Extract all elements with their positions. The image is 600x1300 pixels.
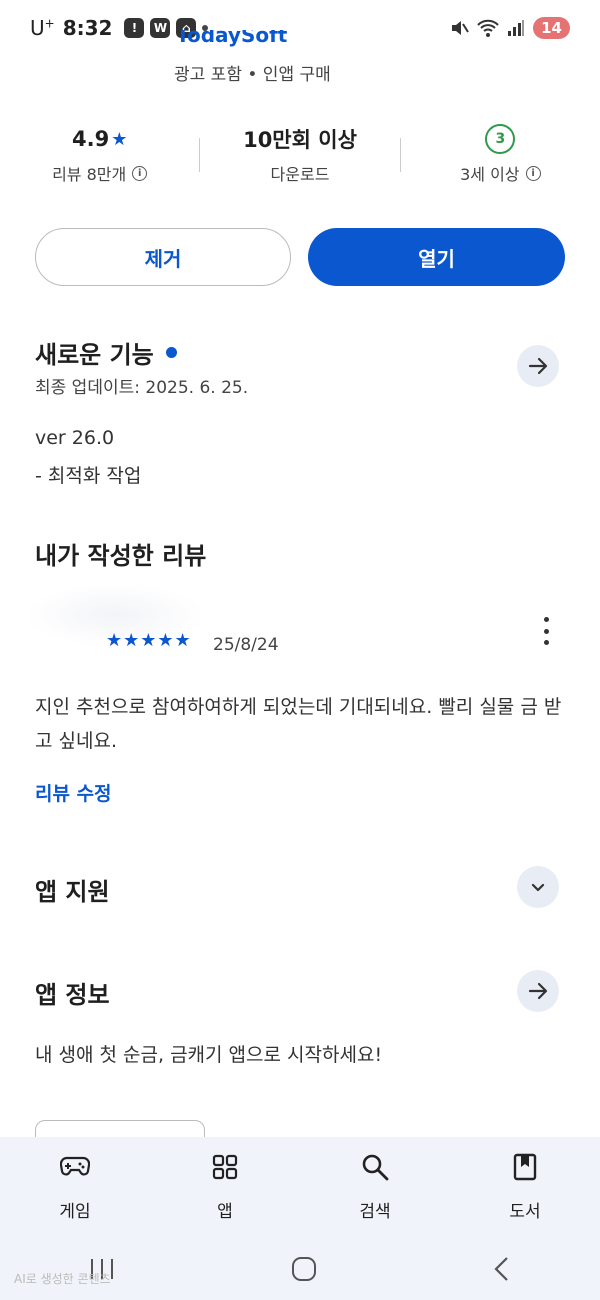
review-stars: ★★★★★: [106, 630, 192, 651]
uninstall-button[interactable]: 제거: [35, 228, 291, 286]
system-navigation-bar: [0, 1237, 600, 1300]
whats-new-header[interactable]: 새로운 기능: [35, 335, 177, 370]
status-time: 8:32: [62, 16, 113, 40]
last-updated: 최종 업데이트: 2025. 6. 25.: [35, 378, 249, 398]
rating-value-row: 4.9 ★: [72, 125, 127, 153]
nav-item-games[interactable]: 게임: [15, 1151, 135, 1222]
whats-new-title: 새로운 기능: [35, 341, 154, 369]
alert-notification-icon: !: [124, 18, 145, 38]
nav-item-search[interactable]: 검색: [315, 1151, 435, 1222]
battery-indicator: 14: [533, 17, 580, 39]
developer-name[interactable]: TodaySoft: [176, 30, 287, 52]
home-icon[interactable]: [291, 1256, 317, 1282]
nav-label-apps: 앱: [217, 1202, 233, 1222]
info-icon[interactable]: i: [525, 165, 541, 181]
app-support-title[interactable]: 앱 지원: [35, 872, 110, 907]
age-label: 3세 이상: [460, 165, 520, 184]
age-badge-row: 3: [485, 124, 516, 154]
nav-item-apps[interactable]: 앱: [165, 1151, 285, 1222]
bottom-navigation: 게임 앱 검색 도서: [0, 1137, 600, 1237]
ai-generated-watermark: AI로 생성한 콘텐츠: [14, 1272, 111, 1286]
w-app-notification-icon: W: [150, 18, 171, 38]
app-description: 내 생애 첫 순금, 금캐기 앱으로 시작하세요!: [35, 1044, 383, 1066]
rating-value: 4.9: [71, 127, 110, 151]
carrier-label: U+: [30, 16, 55, 40]
release-note: - 최적화 작업: [35, 465, 142, 487]
nav-label-books: 도서: [509, 1202, 541, 1222]
age-label-row: 3세 이상 i: [460, 161, 541, 185]
review-body: 지인 추천으로 참여하여하게 되었는데 기대되네요. 빨리 실물 금 받고 싶네…: [35, 696, 562, 752]
age-rating-badge-icon: 3: [485, 124, 516, 154]
book-icon: [509, 1151, 541, 1183]
my-review-title: 내가 작성한 리뷰: [35, 542, 207, 570]
apps-grid-icon: [209, 1151, 241, 1183]
arrow-right-icon: [528, 982, 548, 1000]
more-options-icon[interactable]: [538, 617, 554, 645]
info-icon[interactable]: i: [132, 165, 148, 181]
app-info-arrow-button[interactable]: [517, 970, 559, 1012]
reviews-count: 리뷰 8만개: [52, 165, 127, 184]
star-icon: ★: [111, 128, 128, 150]
edit-review-link[interactable]: 리뷰 수정: [35, 779, 112, 806]
age-rating-stat[interactable]: 3 3세 이상 i: [401, 124, 600, 185]
new-indicator-dot: [165, 347, 177, 358]
wifi-icon: [477, 19, 499, 37]
rating-stat[interactable]: 4.9 ★ 리뷰 8만개 i: [0, 125, 199, 185]
app-support-expand-button[interactable]: [517, 866, 559, 908]
status-bar: U+ 8:32 ! W ⌂ 14: [0, 0, 600, 56]
whats-new-arrow-button[interactable]: [517, 345, 559, 387]
downloads-stat: 10만회 이상 다운로드: [200, 125, 399, 185]
nav-label-games: 게임: [59, 1202, 91, 1222]
app-stats: 4.9 ★ 리뷰 8만개 i 10만회 이상 다운로드 3 3세 이상 i: [0, 120, 600, 190]
signal-icon: [508, 20, 525, 36]
mute-icon: [452, 21, 469, 35]
review-date: 25/8/24: [213, 635, 279, 655]
nav-item-books[interactable]: 도서: [465, 1151, 585, 1222]
nav-label-search: 검색: [359, 1202, 391, 1222]
search-icon: [359, 1151, 391, 1183]
gamepad-icon: [59, 1151, 91, 1183]
reviews-count-row: 리뷰 8만개 i: [52, 161, 148, 185]
downloads-value: 10만회 이상: [243, 128, 357, 152]
app-meta-info: 광고 포함 • 인앱 구매: [174, 65, 331, 85]
system-icons: 14: [449, 17, 580, 39]
arrow-right-icon: [528, 357, 548, 375]
chevron-down-icon: [531, 883, 545, 892]
downloads-label: 다운로드: [270, 165, 330, 184]
version-text: ver 26.0: [35, 427, 115, 449]
back-icon[interactable]: [492, 1256, 512, 1282]
open-button[interactable]: 열기: [308, 228, 565, 286]
app-info-title[interactable]: 앱 정보: [35, 975, 110, 1010]
